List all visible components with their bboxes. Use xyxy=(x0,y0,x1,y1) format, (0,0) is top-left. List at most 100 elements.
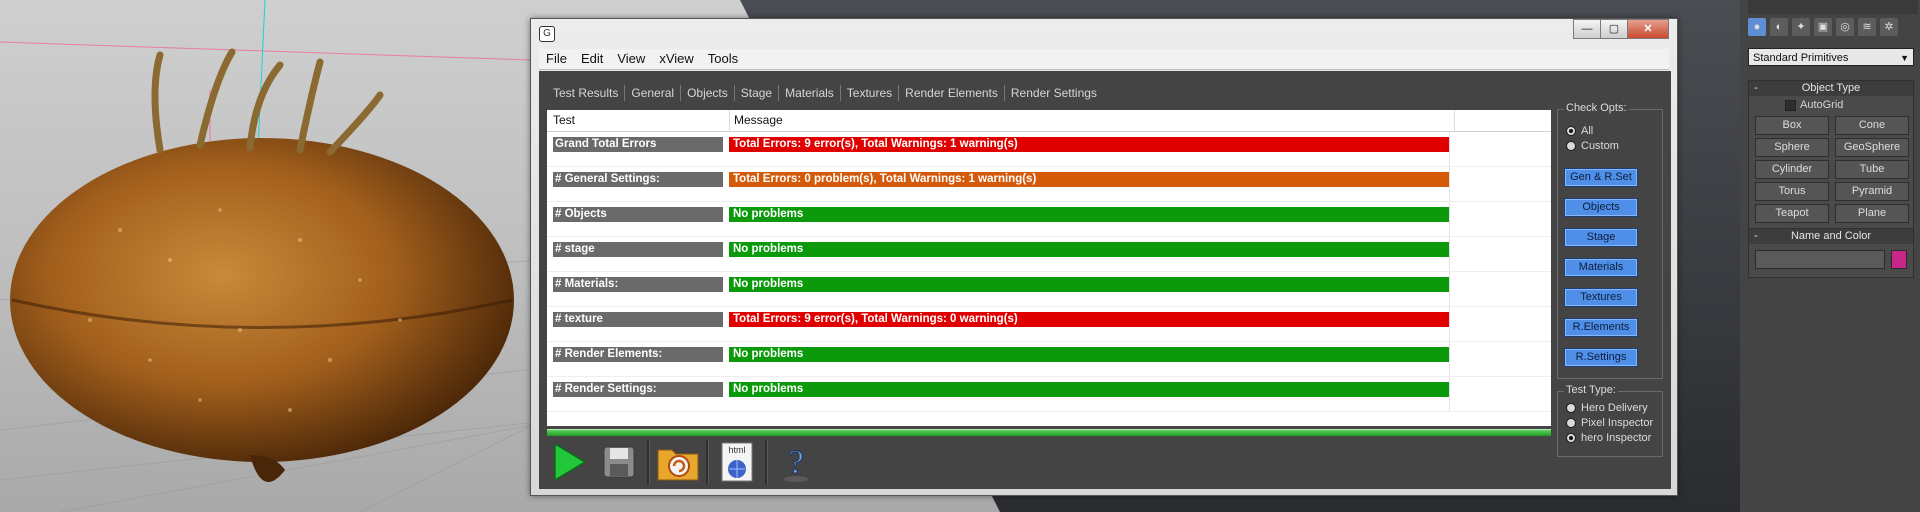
radio-hero-delivery[interactable]: Hero Delivery xyxy=(1566,402,1648,414)
object-type-rollout: - Object Type AutoGrid Box Cone Sphere G… xyxy=(1748,80,1914,230)
tube-button[interactable]: Tube xyxy=(1835,160,1909,179)
name-color-rollout: - Name and Color xyxy=(1748,228,1914,278)
textures-button[interactable]: Textures xyxy=(1564,288,1638,307)
tab-textures[interactable]: Textures xyxy=(841,85,900,101)
primitive-type-dropdown[interactable]: Standard Primitives ▼ xyxy=(1748,48,1914,66)
autogrid-checkbox[interactable]: AutoGrid xyxy=(1785,99,1913,111)
message-cell: Total Errors: 9 error(s), Total Warnings… xyxy=(729,137,1449,152)
radio-all[interactable]: All xyxy=(1566,125,1593,137)
cylinder-button[interactable]: Cylinder xyxy=(1755,160,1829,179)
teapot-button[interactable]: Teapot xyxy=(1755,204,1829,223)
tab-test-results[interactable]: Test Results xyxy=(547,85,626,101)
tab-general[interactable]: General xyxy=(625,85,682,101)
test-name-cell: # Render Settings: xyxy=(553,382,723,397)
helpers-icon[interactable]: ◎ xyxy=(1836,18,1854,36)
table-row[interactable]: # Materials: No problems xyxy=(547,272,1551,307)
message-cell: Total Errors: 9 error(s), Total Warnings… xyxy=(729,312,1449,327)
pyramid-button[interactable]: Pyramid xyxy=(1835,182,1909,201)
check-options-group: Check Opts: All Custom Gen & R.Set Objec… xyxy=(1557,102,1663,379)
object-name-input[interactable] xyxy=(1755,250,1885,269)
r-settings-button[interactable]: R.Settings xyxy=(1564,348,1638,367)
shapes-icon[interactable]: ◐ xyxy=(1770,18,1788,36)
tab-render-settings[interactable]: Render Settings xyxy=(1005,85,1103,101)
maximize-button[interactable]: ▢ xyxy=(1600,19,1628,39)
cameras-icon[interactable]: ▣ xyxy=(1814,18,1832,36)
objects-button[interactable]: Objects xyxy=(1564,198,1638,217)
message-cell: No problems xyxy=(729,382,1449,397)
gen-rset-button[interactable]: Gen & R.Set xyxy=(1564,168,1638,187)
table-row[interactable]: # Objects No problems xyxy=(547,202,1551,237)
radio-hero-inspector-dot[interactable] xyxy=(1566,433,1576,443)
save-icon[interactable] xyxy=(597,440,641,484)
message-cell: No problems xyxy=(729,347,1449,362)
title-bar[interactable]: G — ▢ ✕ xyxy=(531,19,1677,45)
results-table[interactable]: Test Message Grand Total Errors Total Err… xyxy=(547,110,1551,426)
checkbox-box[interactable] xyxy=(1785,99,1796,111)
test-type-label: Test Type: xyxy=(1564,384,1618,396)
html-export-icon[interactable]: html xyxy=(715,440,759,484)
test-name-cell: Grand Total Errors xyxy=(553,137,723,152)
object-type-title: Object Type xyxy=(1801,82,1861,94)
table-row[interactable]: Grand Total Errors Total Errors: 9 error(… xyxy=(547,132,1551,167)
command-panel-tabs[interactable] xyxy=(1748,0,1918,14)
menu-file[interactable]: File xyxy=(539,49,574,69)
radio-all-dot[interactable] xyxy=(1566,126,1576,136)
name-color-header[interactable]: - Name and Color xyxy=(1749,229,1913,244)
test-name-cell: # stage xyxy=(553,242,723,257)
tab-materials[interactable]: Materials xyxy=(779,85,841,101)
geosphere-button[interactable]: GeoSphere xyxy=(1835,138,1909,157)
spacewarps-icon[interactable]: ≋ xyxy=(1858,18,1876,36)
cone-button[interactable]: Cone xyxy=(1835,116,1909,135)
test-name-cell: # Materials: xyxy=(553,277,723,292)
table-row[interactable]: # General Settings: Total Errors: 0 probl… xyxy=(547,167,1551,202)
tab-render-elements[interactable]: Render Elements xyxy=(899,85,1005,101)
table-row[interactable]: # Render Elements: No problems xyxy=(547,342,1551,377)
radio-pixel-inspector[interactable]: Pixel Inspector xyxy=(1566,417,1653,429)
menu-xview[interactable]: xView xyxy=(652,49,700,69)
test-name-cell: # Objects xyxy=(553,207,723,222)
lights-icon[interactable]: ✦ xyxy=(1792,18,1810,36)
menu-view[interactable]: View xyxy=(610,49,652,69)
menu-edit[interactable]: Edit xyxy=(574,49,610,69)
radio-hero-inspector[interactable]: hero Inspector xyxy=(1566,432,1651,444)
test-name-cell: # texture xyxy=(553,312,723,327)
r-elements-button[interactable]: R.Elements xyxy=(1564,318,1638,337)
column-header-test[interactable]: Test xyxy=(547,110,730,131)
table-row[interactable]: # stage No problems xyxy=(547,237,1551,272)
object-type-header[interactable]: - Object Type xyxy=(1749,81,1913,96)
dropdown-value: Standard Primitives xyxy=(1753,52,1849,64)
plane-button[interactable]: Plane xyxy=(1835,204,1909,223)
stage-button[interactable]: Stage xyxy=(1564,228,1638,247)
systems-icon[interactable]: ✲ xyxy=(1880,18,1898,36)
primitive-buttons: Box Cone Sphere GeoSphere Cylinder Tube … xyxy=(1749,113,1913,229)
materials-button[interactable]: Materials xyxy=(1564,258,1638,277)
create-category-icons: ● ◐ ✦ ▣ ◎ ≋ ✲ xyxy=(1748,18,1898,36)
open-folder-icon[interactable] xyxy=(656,440,700,484)
message-cell: No problems xyxy=(729,242,1449,257)
object-color-swatch[interactable] xyxy=(1891,250,1907,269)
name-color-title: Name and Color xyxy=(1790,230,1872,242)
torus-button[interactable]: Torus xyxy=(1755,182,1829,201)
radio-custom[interactable]: Custom xyxy=(1566,140,1619,152)
radio-hero-delivery-dot[interactable] xyxy=(1566,403,1576,413)
column-divider xyxy=(1449,377,1450,411)
tab-objects[interactable]: Objects xyxy=(681,85,735,101)
box-button[interactable]: Box xyxy=(1755,116,1829,135)
play-icon[interactable] xyxy=(547,440,591,484)
command-panel: ● ◐ ✦ ▣ ◎ ≋ ✲ Standard Primitives ▼ - Ob… xyxy=(1740,0,1920,512)
test-name-cell: # General Settings: xyxy=(553,172,723,187)
tab-stage[interactable]: Stage xyxy=(735,85,780,101)
geometry-icon[interactable]: ● xyxy=(1748,18,1766,36)
sphere-button[interactable]: Sphere xyxy=(1755,138,1829,157)
column-header-message[interactable]: Message xyxy=(730,110,1455,131)
toolbar-separator xyxy=(647,440,650,484)
help-icon[interactable]: ? xyxy=(774,440,818,484)
table-row[interactable]: # Render Settings: No problems xyxy=(547,377,1551,412)
radio-custom-dot[interactable] xyxy=(1566,141,1576,151)
menu-bar: File Edit View xView Tools xyxy=(539,49,1669,70)
minimize-button[interactable]: — xyxy=(1573,19,1601,39)
close-button[interactable]: ✕ xyxy=(1627,19,1669,39)
table-row[interactable]: # texture Total Errors: 9 error(s), Total… xyxy=(547,307,1551,342)
menu-tools[interactable]: Tools xyxy=(701,49,745,69)
radio-pixel-inspector-dot[interactable] xyxy=(1566,418,1576,428)
